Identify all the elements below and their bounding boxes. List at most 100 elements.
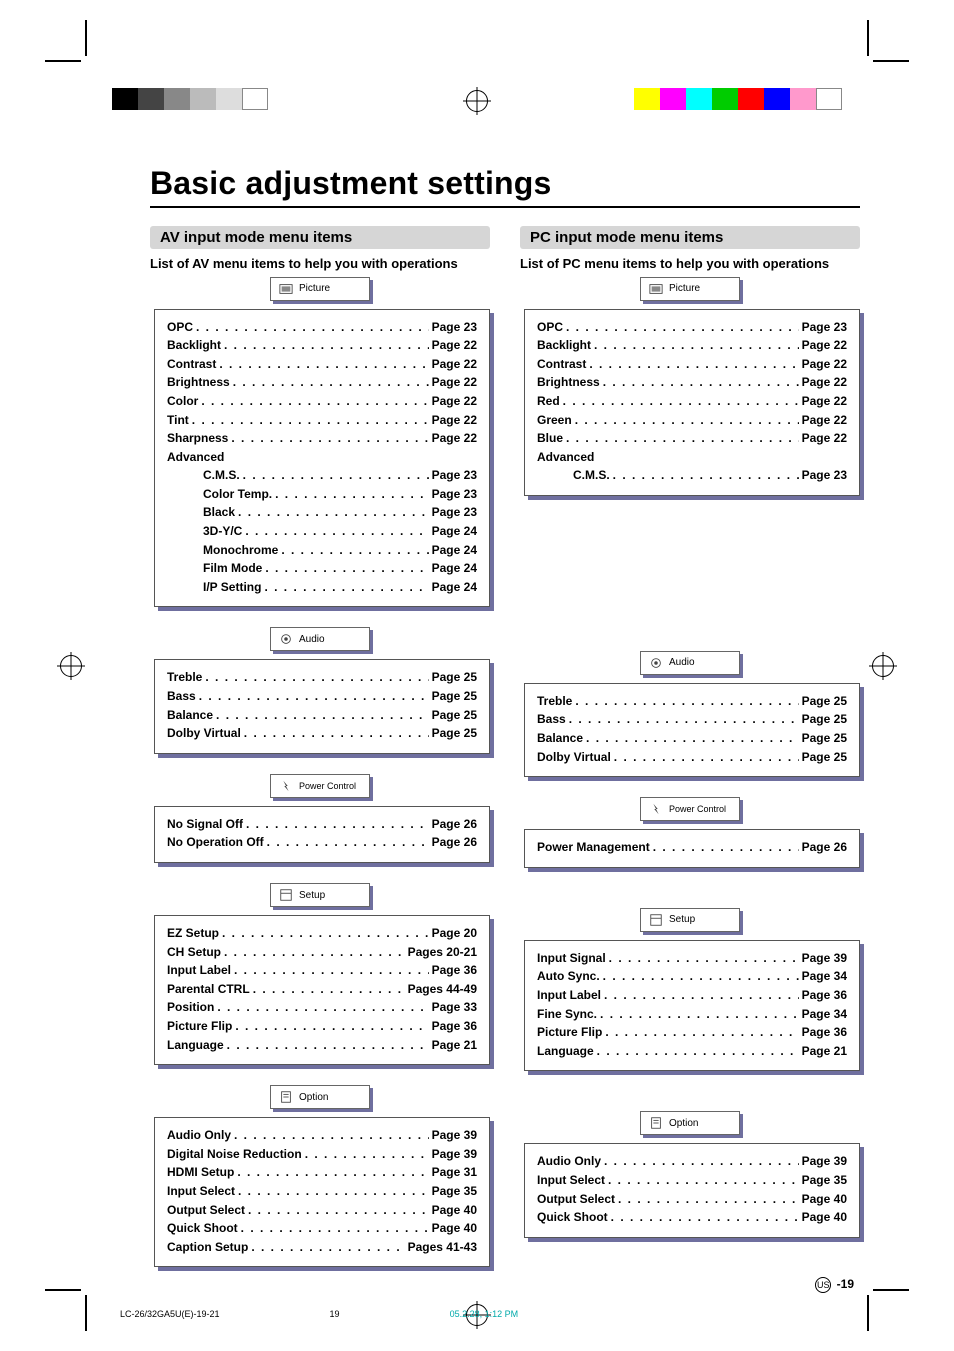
toc-dots: . . . . . . . . . . . . . . . . . . . . …	[224, 943, 405, 962]
region-badge: US	[815, 1277, 831, 1293]
toc-label: Color Temp.	[203, 485, 272, 504]
toc-dots: . . . . . . . . . . . . . . . . . . . . …	[653, 838, 799, 857]
toc-page: Page 39	[802, 1152, 847, 1171]
toc-row: C.M.S.. . . . . . . . . . . . . . . . . …	[167, 466, 477, 485]
toc-row: Digital Noise Reduction. . . . . . . . .…	[167, 1145, 477, 1164]
advanced-subhead: Advanced	[537, 448, 847, 467]
tab-label: Option	[669, 1118, 698, 1129]
color-bar	[634, 88, 842, 110]
toc-label: Audio Only	[167, 1126, 231, 1145]
toc-row: Blue. . . . . . . . . . . . . . . . . . …	[537, 429, 847, 448]
setup-icon	[279, 888, 293, 902]
tab-label: Audio	[669, 657, 695, 668]
toc-label: Output Select	[537, 1190, 615, 1209]
av-setup-panel: EZ Setup. . . . . . . . . . . . . . . . …	[154, 915, 490, 1065]
toc-page: Page 23	[432, 466, 477, 485]
pc-option-panel: Audio Only. . . . . . . . . . . . . . . …	[524, 1143, 860, 1237]
toc-dots: . . . . . . . . . . . . . . . . . . . . …	[614, 748, 799, 767]
toc-dots: . . . . . . . . . . . . . . . . . . . . …	[603, 967, 799, 986]
toc-row: CH Setup. . . . . . . . . . . . . . . . …	[167, 943, 477, 962]
picture-icon	[649, 282, 663, 296]
toc-page: Page 26	[432, 833, 477, 852]
toc-page: Page 26	[802, 838, 847, 857]
toc-dots: . . . . . . . . . . . . . . . . . . . . …	[569, 710, 799, 729]
toc-dots: . . . . . . . . . . . . . . . . . . . . …	[604, 1152, 799, 1171]
toc-dots: . . . . . . . . . . . . . . . . . . . . …	[248, 1201, 429, 1220]
toc-dots: . . . . . . . . . . . . . . . . . . . . …	[246, 815, 429, 834]
toc-label: Picture Flip	[167, 1017, 232, 1036]
toc-dots: . . . . . . . . . . . . . . . . . . . . …	[275, 485, 429, 504]
tab-label: Option	[299, 1092, 328, 1103]
toc-row: Contrast. . . . . . . . . . . . . . . . …	[167, 355, 477, 374]
toc-dots: . . . . . . . . . . . . . . . . . . . . …	[234, 1126, 429, 1145]
toc-dots: . . . . . . . . . . . . . . . . . . . . …	[238, 1182, 429, 1201]
toc-dots: . . . . . . . . . . . . . . . . . . . . …	[265, 559, 428, 578]
pc-setup-panel: Input Signal. . . . . . . . . . . . . . …	[524, 940, 860, 1072]
toc-page: Page 23	[432, 503, 477, 522]
toc-row: C.M.S.. . . . . . . . . . . . . . . . . …	[537, 466, 847, 485]
toc-page: Page 33	[432, 998, 477, 1017]
setup-tab: Setup	[270, 883, 370, 907]
audio-tab: Audio	[270, 627, 370, 651]
toc-label: Brightness	[537, 373, 600, 392]
toc-page: Page 39	[432, 1145, 477, 1164]
toc-page: Page 21	[802, 1042, 847, 1061]
toc-dots: . . . . . . . . . . . . . . . . . . . . …	[227, 1036, 429, 1055]
toc-dots: . . . . . . . . . . . . . . . . . . . . …	[305, 1145, 429, 1164]
toc-row: 3D-Y/C. . . . . . . . . . . . . . . . . …	[167, 522, 477, 541]
toc-row: No Operation Off. . . . . . . . . . . . …	[167, 833, 477, 852]
toc-row: Audio Only. . . . . . . . . . . . . . . …	[537, 1152, 847, 1171]
toc-page: Page 25	[802, 748, 847, 767]
toc-row: EZ Setup. . . . . . . . . . . . . . . . …	[167, 924, 477, 943]
toc-label: Caption Setup	[167, 1238, 248, 1257]
toc-dots: . . . . . . . . . . . . . . . . . . . . …	[235, 1017, 428, 1036]
toc-row: Color. . . . . . . . . . . . . . . . . .…	[167, 392, 477, 411]
toc-row: Treble. . . . . . . . . . . . . . . . . …	[537, 692, 847, 711]
av-heading: AV input mode menu items	[150, 226, 490, 249]
toc-label: Balance	[537, 729, 583, 748]
toc-dots: . . . . . . . . . . . . . . . . . . . . …	[217, 998, 428, 1017]
toc-label: Contrast	[537, 355, 586, 374]
toc-page: Page 36	[432, 961, 477, 980]
toc-label: Language	[167, 1036, 224, 1055]
power-tab: Power Control	[270, 774, 370, 798]
toc-row: Input Label. . . . . . . . . . . . . . .…	[537, 986, 847, 1005]
toc-row: Fine Sync.. . . . . . . . . . . . . . . …	[537, 1005, 847, 1024]
toc-page: Page 24	[432, 522, 477, 541]
toc-page: Page 22	[802, 355, 847, 374]
pc-audio-panel: Treble. . . . . . . . . . . . . . . . . …	[524, 683, 860, 777]
pc-heading: PC input mode menu items	[520, 226, 860, 249]
tab-label: Picture	[669, 283, 700, 294]
toc-label: I/P Setting	[203, 578, 261, 597]
toc-label: Digital Noise Reduction	[167, 1145, 302, 1164]
toc-row: Bass. . . . . . . . . . . . . . . . . . …	[537, 710, 847, 729]
option-icon	[649, 1116, 663, 1130]
toc-label: 3D-Y/C	[203, 522, 242, 541]
toc-page: Pages 20-21	[408, 943, 477, 962]
toc-page: Page 24	[432, 578, 477, 597]
toc-page: Pages 44-49	[408, 980, 477, 999]
toc-label: Film Mode	[203, 559, 262, 578]
toc-dots: . . . . . . . . . . . . . . . . . . . . …	[219, 355, 428, 374]
toc-row: Tint. . . . . . . . . . . . . . . . . . …	[167, 411, 477, 430]
toc-page: Page 25	[802, 692, 847, 711]
toc-row: Dolby Virtual. . . . . . . . . . . . . .…	[537, 748, 847, 767]
toc-page: Page 26	[432, 815, 477, 834]
toc-page: Page 23	[432, 318, 477, 337]
toc-dots: . . . . . . . . . . . . . . . . . . . . …	[241, 1219, 429, 1238]
toc-label: Picture Flip	[537, 1023, 602, 1042]
toc-row: Auto Sync.. . . . . . . . . . . . . . . …	[537, 967, 847, 986]
toc-page: Page 22	[432, 373, 477, 392]
toc-label: Contrast	[167, 355, 216, 374]
toc-row: Bass. . . . . . . . . . . . . . . . . . …	[167, 687, 477, 706]
toc-row: Backlight. . . . . . . . . . . . . . . .…	[167, 336, 477, 355]
toc-row: Balance. . . . . . . . . . . . . . . . .…	[537, 729, 847, 748]
toc-row: Color Temp.. . . . . . . . . . . . . . .…	[167, 485, 477, 504]
pc-power-panel: Power Management. . . . . . . . . . . . …	[524, 829, 860, 868]
toc-dots: . . . . . . . . . . . . . . . . . . . . …	[611, 1208, 799, 1227]
toc-row: Input Select. . . . . . . . . . . . . . …	[167, 1182, 477, 1201]
toc-label: Parental CTRL	[167, 980, 250, 999]
toc-row: Output Select. . . . . . . . . . . . . .…	[167, 1201, 477, 1220]
toc-dots: . . . . . . . . . . . . . . . . . . . . …	[244, 724, 429, 743]
toc-dots: . . . . . . . . . . . . . . . . . . . . …	[604, 986, 799, 1005]
